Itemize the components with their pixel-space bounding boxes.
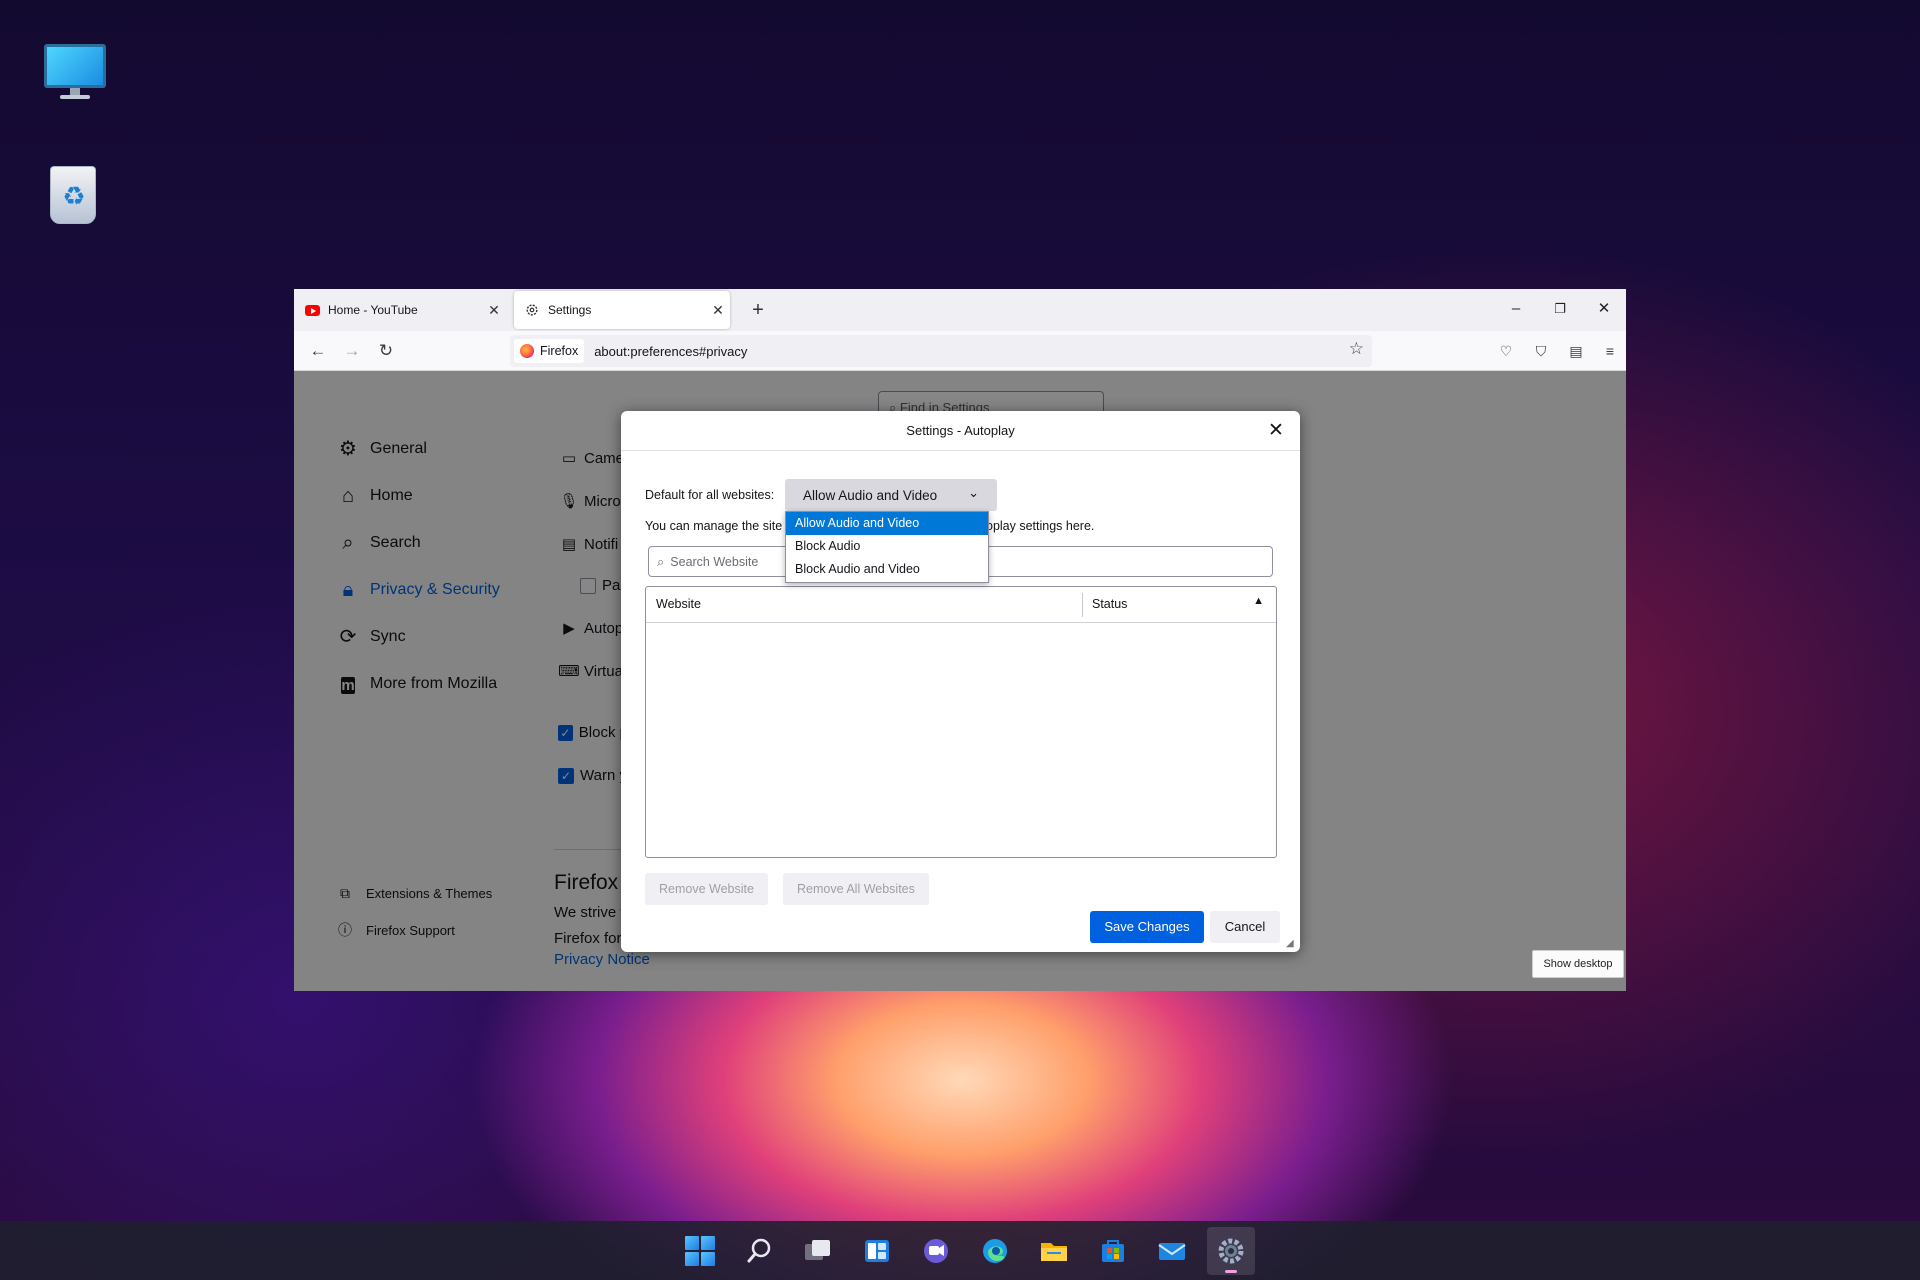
tab-youtube[interactable]: Home - YouTube ✕ (294, 291, 506, 329)
settings-taskbar-button[interactable] (1207, 1227, 1255, 1275)
store-icon (1102, 1240, 1124, 1262)
remove-website-button[interactable]: Remove Website (645, 873, 768, 905)
menu-icon[interactable]: ≡ (1598, 339, 1622, 363)
firefox-icon (520, 344, 534, 358)
manage-text: You can manage the site (645, 519, 783, 533)
dialog-title: Settings - Autoplay (621, 411, 1300, 451)
taskbar (0, 1221, 1920, 1280)
default-autoplay-select[interactable]: Allow Audio and Video ⌄ (785, 479, 997, 511)
chat-icon (924, 1239, 948, 1263)
edge-button[interactable] (971, 1227, 1019, 1275)
chat-button[interactable] (912, 1227, 960, 1275)
active-indicator (1225, 1270, 1237, 1273)
website-table: Website Status ▲ (645, 586, 1277, 858)
restore-button[interactable]: ❐ (1538, 289, 1582, 329)
autoplay-dialog: Settings - Autoplay ✕ Default for all we… (621, 411, 1300, 952)
column-divider (1082, 593, 1083, 617)
autoplay-options-list: Allow Audio and Video Block Audio Block … (785, 511, 989, 583)
sort-ascending-icon: ▲ (1253, 595, 1264, 607)
gear-icon (524, 302, 540, 318)
extensions-icon[interactable]: ▤ (1564, 339, 1588, 363)
folder-icon (1041, 1243, 1067, 1261)
windows-icon (685, 1236, 715, 1266)
bookmark-star-icon[interactable]: ☆ (1349, 339, 1364, 359)
search-placeholder: Search Website (670, 554, 759, 569)
save-changes-button[interactable]: Save Changes (1090, 911, 1204, 943)
task-view-icon (805, 1240, 830, 1260)
show-desktop-tooltip: Show desktop (1532, 950, 1624, 978)
file-explorer-button[interactable] (1030, 1227, 1078, 1275)
column-status[interactable]: Status (1092, 597, 1127, 611)
mail-icon (1158, 1243, 1186, 1260)
chevron-down-icon: ⌄ (968, 485, 979, 500)
option-block-audio-video[interactable]: Block Audio and Video (786, 558, 988, 581)
recycle-bin-icon[interactable]: ♻ (40, 160, 110, 230)
forward-button[interactable]: → (338, 337, 366, 365)
new-tab-button[interactable]: + (744, 297, 772, 323)
tab-title: Settings (548, 303, 592, 317)
task-view-button[interactable] (794, 1227, 842, 1275)
identity-label: Firefox (540, 344, 579, 358)
table-header: Website Status ▲ (646, 587, 1276, 623)
nav-bar: ← → ↻ Firefox about:preferences#privacy … (294, 331, 1626, 371)
edge-icon (983, 1239, 1007, 1263)
url-text[interactable]: about:preferences#privacy (594, 344, 747, 359)
manage-text-end: oplay settings here. (986, 519, 1095, 533)
minimize-button[interactable]: – (1494, 289, 1538, 329)
close-icon[interactable]: ✕ (482, 302, 506, 319)
url-bar[interactable]: Firefox about:preferences#privacy ☆ (510, 335, 1372, 367)
pocket-icon[interactable]: ♡ (1494, 339, 1518, 363)
search-icon (747, 1238, 771, 1263)
widgets-icon (865, 1240, 889, 1262)
search-icon: ⌕ (657, 553, 665, 569)
option-allow-audio-video[interactable]: Allow Audio and Video (786, 512, 988, 535)
shield-icon[interactable]: ⛉ (1529, 339, 1553, 363)
cancel-button[interactable]: Cancel (1210, 911, 1280, 943)
reload-button[interactable]: ↻ (372, 337, 400, 365)
resize-grip-icon[interactable]: ◢ (1286, 938, 1298, 950)
start-button[interactable] (676, 1227, 724, 1275)
this-pc-icon[interactable] (40, 40, 110, 110)
store-button[interactable] (1089, 1227, 1137, 1275)
tab-bar: Home - YouTube ✕ Settings ✕ + – ❐ ✕ (294, 289, 1626, 331)
close-icon[interactable]: ✕ (1262, 417, 1290, 445)
back-button[interactable]: ← (304, 337, 332, 365)
gear-icon (1218, 1238, 1244, 1264)
default-label: Default for all websites: (645, 488, 775, 502)
tab-settings[interactable]: Settings ✕ (514, 291, 730, 329)
close-window-button[interactable]: ✕ (1582, 289, 1626, 329)
tab-title: Home - YouTube (328, 303, 418, 317)
selected-option: Allow Audio and Video (803, 487, 938, 503)
close-icon[interactable]: ✕ (706, 302, 730, 319)
search-button[interactable] (735, 1227, 783, 1275)
mail-button[interactable] (1148, 1227, 1196, 1275)
identity-box[interactable]: Firefox (514, 339, 585, 363)
column-website[interactable]: Website (656, 597, 701, 611)
youtube-icon (304, 302, 320, 318)
option-block-audio[interactable]: Block Audio (786, 535, 988, 558)
widgets-button[interactable] (853, 1227, 901, 1275)
remove-all-websites-button[interactable]: Remove All Websites (783, 873, 929, 905)
